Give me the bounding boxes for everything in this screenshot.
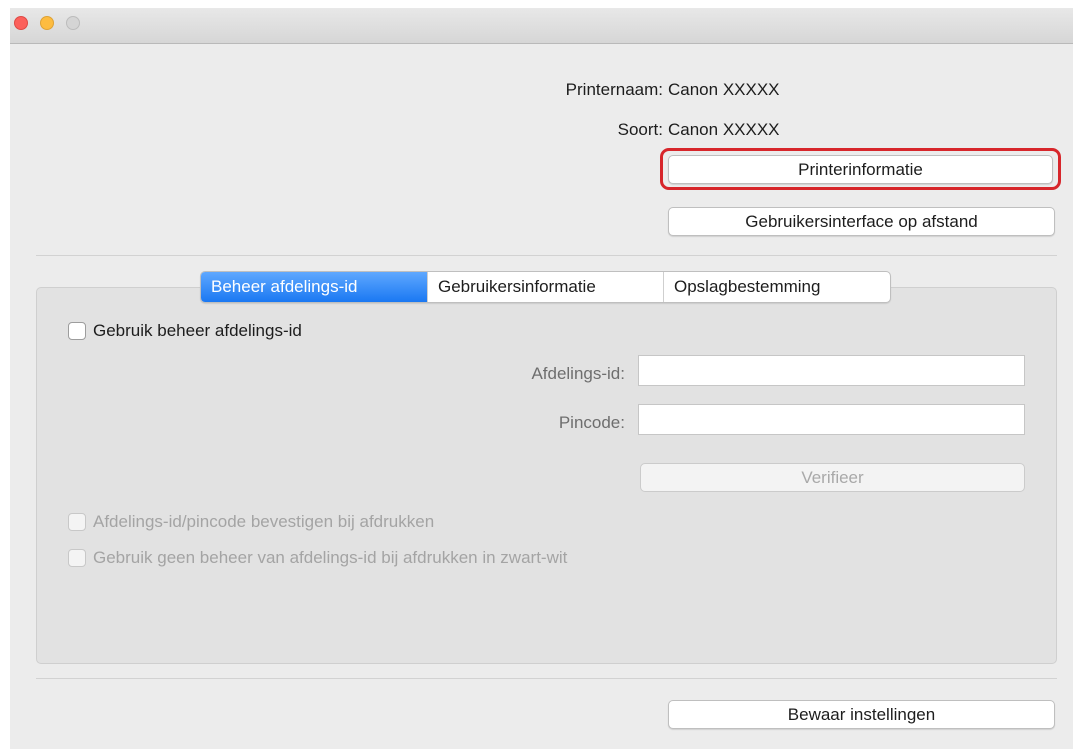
title-bar xyxy=(10,8,1073,44)
printer-type-value: Canon XXXXX xyxy=(668,120,780,139)
tab-bar: Beheer afdelings-id Gebruikersinformatie… xyxy=(200,271,891,303)
use-department-management-label: Gebruik beheer afdelings-id xyxy=(93,321,302,340)
department-id-input[interactable] xyxy=(638,355,1025,386)
pin-input[interactable] xyxy=(638,404,1025,435)
confirm-on-print-checkbox[interactable] xyxy=(68,513,86,531)
use-department-management-option[interactable]: Gebruik beheer afdelings-id xyxy=(68,321,302,341)
confirm-on-print-option[interactable]: Afdelings-id/pincode bevestigen bij afdr… xyxy=(68,512,434,532)
no-management-bw-option[interactable]: Gebruik geen beheer van afdelings-id bij… xyxy=(68,548,567,568)
minimize-window-button[interactable] xyxy=(40,16,54,30)
remote-ui-button[interactable]: Gebruikersinterface op afstand xyxy=(668,207,1055,236)
verify-button[interactable]: Verifieer xyxy=(640,463,1025,492)
top-divider xyxy=(36,255,1057,256)
printer-name-value: Canon XXXXX xyxy=(668,80,780,99)
tab-department-id[interactable]: Beheer afdelings-id xyxy=(201,272,428,302)
use-department-management-checkbox[interactable] xyxy=(68,322,86,340)
printer-settings-window: Printernaam: Canon XXXXX Soort: Canon XX… xyxy=(10,8,1073,749)
no-management-bw-label: Gebruik geen beheer van afdelings-id bij… xyxy=(93,548,568,567)
tab-storage-destination[interactable]: Opslagbestemming xyxy=(664,272,890,302)
printer-name-label: Printernaam: xyxy=(565,80,663,99)
zoom-window-button[interactable] xyxy=(66,16,80,30)
printer-info-button[interactable]: Printerinformatie xyxy=(668,155,1053,184)
no-management-bw-checkbox[interactable] xyxy=(68,549,86,567)
department-id-label: Afdelings-id: xyxy=(531,364,625,383)
printer-type-label: Soort: xyxy=(617,120,663,139)
pin-label: Pincode: xyxy=(558,413,625,432)
bottom-divider xyxy=(36,678,1057,679)
close-window-button[interactable] xyxy=(14,16,28,30)
save-settings-button[interactable]: Bewaar instellingen xyxy=(668,700,1055,729)
confirm-on-print-label: Afdelings-id/pincode bevestigen bij afdr… xyxy=(93,512,435,531)
tab-user-info[interactable]: Gebruikersinformatie xyxy=(428,272,664,302)
